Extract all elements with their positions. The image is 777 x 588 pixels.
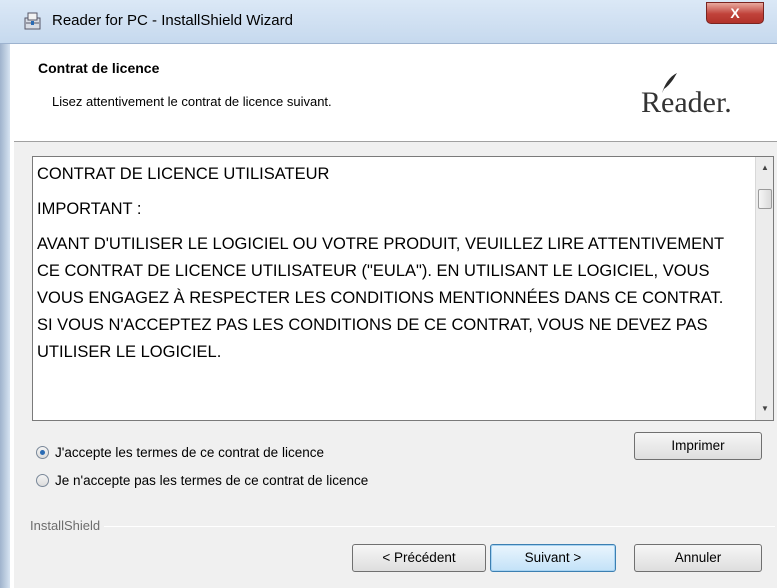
window-frame-left (0, 0, 10, 588)
scroll-down-arrow-icon[interactable]: ▼ (756, 400, 774, 418)
accept-option[interactable]: J'accepte les termes de ce contrat de li… (36, 442, 324, 462)
decline-option[interactable]: Je n'accepte pas les termes de ce contra… (36, 470, 368, 490)
decline-radio[interactable] (36, 473, 49, 487)
accept-label: J'accepte les termes de ce contrat de li… (55, 444, 324, 460)
installshield-label: InstallShield (30, 518, 105, 533)
license-paragraph: CONTRAT DE LICENCE UTILISATEUR (37, 165, 330, 183)
license-paragraph: IMPORTANT : (37, 200, 142, 218)
vertical-scrollbar[interactable]: ▲ ▼ (755, 157, 773, 420)
scrollbar-thumb[interactable] (758, 189, 772, 209)
next-button[interactable]: Suivant > (490, 544, 616, 572)
license-paragraph: AVANT D'UTILISER LE LOGICIEL OU VOTRE PR… (37, 235, 724, 361)
window-title: Reader for PC - InstallShield Wizard (52, 12, 293, 29)
reader-logo: Reader. (641, 72, 751, 122)
print-button[interactable]: Imprimer (634, 432, 762, 460)
close-button[interactable]: X (706, 2, 764, 24)
wizard-dialog: Contrat de licence Lisez attentivement l… (14, 44, 777, 588)
license-text: CONTRAT DE LICENCE UTILISATEUR IMPORTANT… (37, 161, 747, 419)
logo-text: Reader. (641, 86, 732, 119)
installer-icon (24, 12, 41, 30)
wizard-header: Contrat de licence Lisez attentivement l… (14, 44, 777, 142)
back-button[interactable]: < Précédent (352, 544, 486, 572)
scroll-up-arrow-icon[interactable]: ▲ (756, 159, 774, 177)
title-bar: Reader for PC - InstallShield Wizard X (0, 0, 777, 44)
cancel-button[interactable]: Annuler (634, 544, 762, 572)
page-title: Contrat de licence (38, 60, 160, 76)
license-text-box[interactable]: CONTRAT DE LICENCE UTILISATEUR IMPORTANT… (32, 156, 774, 421)
page-subtitle: Lisez attentivement le contrat de licenc… (52, 94, 332, 109)
installshield-separator: InstallShield (30, 518, 775, 533)
accept-radio[interactable] (36, 445, 49, 459)
decline-label: Je n'accepte pas les termes de ce contra… (55, 472, 369, 488)
separator-line (30, 526, 775, 527)
